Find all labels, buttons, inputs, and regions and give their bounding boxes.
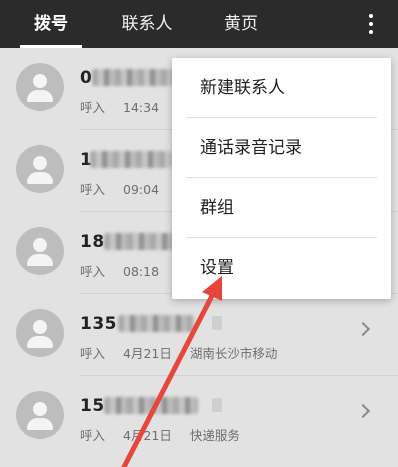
tab-dialer[interactable]: 拨号	[20, 0, 82, 48]
menu-item-settings[interactable]: 设置	[172, 238, 391, 298]
tab-yellow-pages-label: 黄页	[224, 14, 258, 34]
menu-item-label: 通话录音记录	[200, 138, 302, 158]
call-time: 09:04	[123, 182, 160, 197]
call-location: 快递服务	[189, 428, 240, 443]
call-log-row[interactable]: 15 呼入 4月21日 快递服务	[0, 376, 398, 458]
menu-item-new-contact[interactable]: 新建联系人	[172, 58, 391, 118]
call-location: 湖南长沙市移动	[189, 346, 278, 361]
redacted-number	[118, 315, 194, 332]
tab-dialer-label: 拨号	[34, 14, 68, 34]
menu-item-groups[interactable]: 群组	[172, 178, 391, 238]
person-icon	[16, 145, 64, 193]
call-meta: 呼入 4月21日 快递服务	[80, 425, 254, 444]
redacted-number	[92, 69, 182, 86]
label-badge-icon	[212, 398, 222, 412]
call-time: 4月21日	[123, 346, 172, 361]
call-type: 呼入	[80, 182, 106, 197]
call-time: 14:34	[123, 100, 160, 115]
menu-item-label: 设置	[200, 258, 234, 278]
call-type: 呼入	[80, 264, 106, 279]
call-type: 呼入	[80, 428, 106, 443]
label-badge-icon	[212, 316, 222, 330]
redacted-number	[104, 233, 176, 250]
person-icon	[16, 227, 64, 275]
menu-item-call-recordings[interactable]: 通话录音记录	[172, 118, 391, 178]
call-time: 08:18	[123, 264, 160, 279]
call-number: 18	[80, 232, 105, 252]
tab-contacts-label: 联系人	[121, 14, 173, 34]
chevron-right-icon[interactable]	[355, 403, 371, 419]
redacted-number	[90, 151, 172, 168]
tab-contacts[interactable]: 联系人	[106, 0, 188, 48]
tab-yellow-pages[interactable]: 黄页	[208, 0, 274, 48]
person-icon	[16, 391, 64, 439]
call-log-row[interactable]: 135 呼入 4月21日 湖南长沙市移动	[0, 294, 398, 376]
call-number: 15	[80, 396, 105, 416]
call-time: 4月21日	[123, 428, 172, 443]
menu-item-label: 群组	[200, 198, 234, 218]
call-type: 呼入	[80, 346, 106, 361]
top-app-bar: 拨号 联系人 黄页	[0, 0, 398, 48]
call-number: 135	[80, 314, 117, 334]
chevron-right-icon[interactable]	[355, 321, 371, 337]
person-icon	[16, 309, 64, 357]
call-number: 0	[80, 68, 93, 88]
call-meta: 呼入 4月21日 湖南长沙市移动	[80, 343, 291, 362]
overflow-menu: 新建联系人 通话录音记录 群组 设置	[172, 58, 391, 299]
person-icon	[16, 63, 64, 111]
more-vertical-icon[interactable]	[366, 14, 376, 36]
menu-item-label: 新建联系人	[200, 78, 285, 98]
call-type: 呼入	[80, 100, 106, 115]
redacted-number	[104, 397, 198, 414]
